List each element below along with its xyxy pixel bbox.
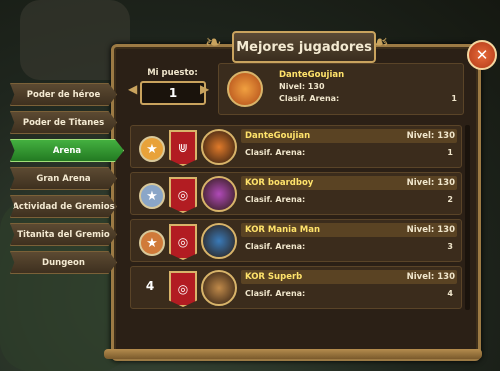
player-name: DanteGoujian — [245, 131, 311, 141]
leaderboard-row[interactable]: ★ ⋓ DanteGoujian Nivel: 130 Clasif. Arena: 1 — [130, 125, 462, 168]
hero-avatar — [201, 223, 237, 259]
leaderboard-row[interactable]: ★ ◎ KOR Mania Man Nivel: 130 Clasif. Arena: 3 — [130, 219, 462, 262]
hero-avatar — [201, 270, 237, 306]
leaderboard-row[interactable]: 4 ◎ KOR Superb Nivel: 130 Clasif. Arena: 4 — [130, 266, 462, 309]
panel-bottom-frame — [104, 349, 482, 359]
my-position-value: 1 — [140, 81, 206, 105]
guild-banner-icon: ◎ — [169, 224, 197, 260]
arena-rank-value: 3 — [447, 242, 453, 251]
page-title: Mejores jugadores — [232, 31, 376, 63]
tab-titanita-del-gremio[interactable]: Titanita del Gremio — [10, 223, 117, 246]
tab-gran-arena[interactable]: Gran Arena — [10, 167, 117, 190]
hero-avatar — [201, 176, 237, 212]
scrollbar[interactable] — [465, 125, 470, 310]
wing-right-icon: ▶ — [200, 82, 210, 96]
arena-rank-value: 2 — [447, 195, 453, 204]
guild-banner-icon: ⋓ — [169, 130, 197, 166]
guild-banner-icon: ◎ — [169, 271, 197, 307]
player-level: Nivel: 130 — [406, 178, 455, 188]
rank-number: 4 — [145, 279, 155, 293]
rank-medal-icon: ★ — [139, 230, 165, 256]
arena-rank-label: Clasif. Arena: — [279, 94, 340, 103]
player-name: DanteGoujian — [279, 70, 345, 80]
arena-rank-value: 1 — [447, 148, 453, 157]
tab-poder-de-titanes[interactable]: Poder de Titanes — [10, 111, 117, 134]
rank-medal-icon: ★ — [139, 136, 165, 162]
close-icon: ✕ — [475, 46, 489, 64]
wing-left-icon: ❧ — [205, 30, 222, 54]
tab-arena[interactable]: Arena — [10, 139, 124, 162]
arena-rank-value: 4 — [447, 289, 453, 298]
player-level: Nivel: 130 — [406, 131, 455, 141]
player-name: KOR Superb — [245, 272, 303, 282]
player-name: KOR boardboy — [245, 178, 314, 188]
arena-rank-label: Clasif. Arena: — [245, 289, 306, 298]
rank-medal-icon: ★ — [139, 183, 165, 209]
my-player-card[interactable]: DanteGoujian Nivel: 130 Clasif. Arena: 1 — [218, 63, 464, 115]
arena-rank-label: Clasif. Arena: — [245, 242, 306, 251]
player-level: Nivel: 130 — [279, 82, 325, 91]
tab-poder-de-héroe[interactable]: Poder de héroe — [10, 83, 117, 106]
leaderboard-row[interactable]: ★ ◎ KOR boardboy Nivel: 130 Clasif. Arena: 2 — [130, 172, 462, 215]
player-name: KOR Mania Man — [245, 225, 321, 235]
hero-avatar — [201, 129, 237, 165]
arena-rank-label: Clasif. Arena: — [245, 148, 306, 157]
player-level: Nivel: 130 — [406, 272, 455, 282]
arena-rank-value: 1 — [451, 94, 457, 103]
wing-left-icon: ◀ — [128, 82, 138, 96]
guild-banner-icon: ◎ — [169, 177, 197, 213]
my-position-label: Mi puesto: — [147, 68, 198, 78]
tab-dungeon[interactable]: Dungeon — [10, 251, 117, 274]
player-level: Nivel: 130 — [406, 225, 455, 235]
arena-rank-label: Clasif. Arena: — [245, 195, 306, 204]
tab-actividad-de-gremios[interactable]: Actividad de Gremios — [10, 195, 117, 218]
hero-avatar — [227, 71, 263, 107]
close-button[interactable]: ✕ — [467, 40, 497, 70]
